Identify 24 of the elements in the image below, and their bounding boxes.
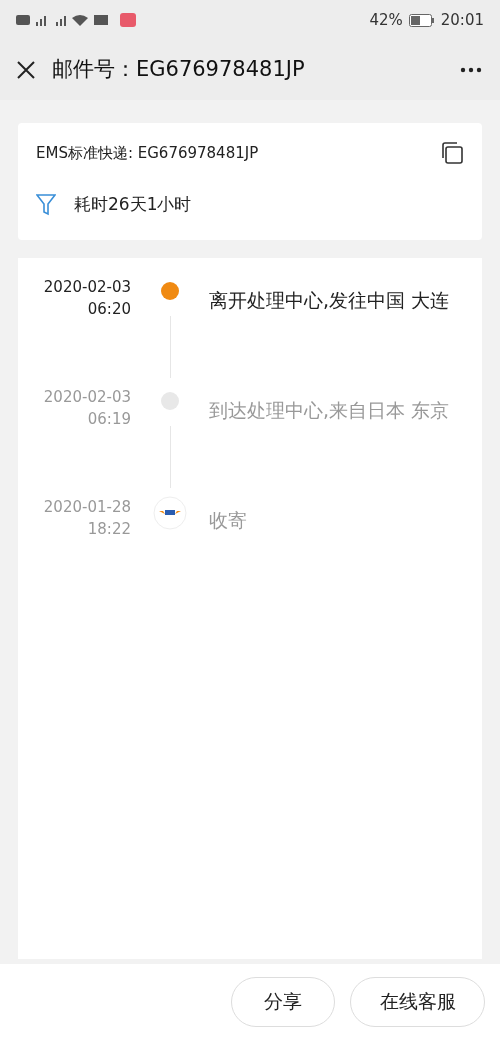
event-date: 2020-01-28 — [43, 497, 131, 518]
app-notification-icon — [120, 13, 136, 27]
page-title: 邮件号：EG676978481JP — [52, 56, 305, 84]
battery-icon — [408, 13, 435, 27]
event-description: 到达处理中心,来自日本 东京 — [209, 398, 451, 423]
transit-duration: 耗时26天1小时 — [74, 193, 192, 217]
event-description: 离开处理中心,发往中国 大连 — [209, 288, 451, 313]
action-button[interactable]: 在线客服 — [350, 976, 485, 1027]
event-date: 2020-02-03 — [43, 277, 131, 298]
copy-button[interactable] — [440, 141, 464, 165]
action-button[interactable]: 分享 — [231, 976, 335, 1027]
tracking-number: EMS标准快递: EG676978481JP — [36, 142, 259, 164]
event-time: 06:20 — [87, 299, 131, 320]
event-time: 06:19 — [87, 409, 131, 430]
battery-percent: 42% — [369, 9, 403, 31]
clock: 20:01 — [440, 9, 484, 31]
event-description: 收寄 — [209, 508, 248, 533]
event-time: 18:22 — [87, 519, 131, 540]
event-date: 2020-02-03 — [43, 387, 131, 408]
filter-icon — [36, 194, 56, 216]
postal-logo-icon — [153, 496, 187, 530]
close-icon — [16, 60, 36, 80]
copy-icon — [440, 141, 464, 165]
more-icon — [460, 67, 482, 73]
